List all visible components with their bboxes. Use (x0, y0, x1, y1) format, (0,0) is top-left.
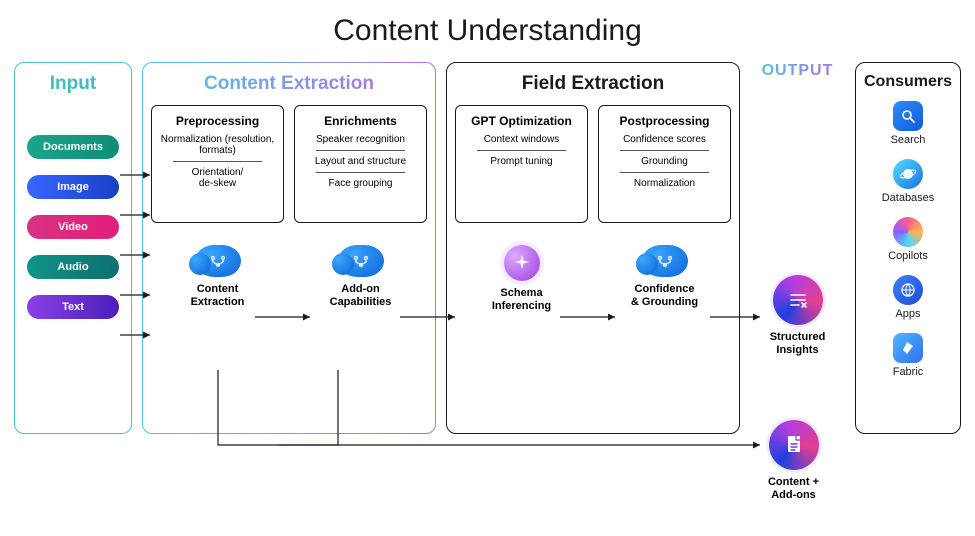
fabric-icon (893, 333, 923, 363)
node-schema-inferencing-label: Schema Inferencing (455, 287, 588, 313)
gpt-optimization-box: GPT Optimization Context windows Prompt … (455, 105, 588, 223)
node-content-extraction-label: Content Extraction (151, 283, 284, 309)
input-title: Input (23, 73, 123, 95)
post-line-1: Grounding (607, 156, 722, 167)
consumer-databases-label: Databases (882, 192, 935, 204)
consumer-apps: Apps (893, 275, 923, 320)
search-icon (893, 101, 923, 131)
content-extraction-title: Content Extraction (151, 73, 427, 95)
postprocessing-title: Postprocessing (607, 114, 722, 128)
consumers-title: Consumers (864, 73, 952, 91)
insights-icon (773, 275, 823, 325)
node-confidence-grounding-label: Confidence & Grounding (598, 283, 731, 309)
field-extraction-title: Field Extraction (455, 73, 731, 95)
input-pill-documents: Documents (27, 135, 119, 159)
post-line-0: Confidence scores (607, 134, 722, 145)
preprocessing-line-0: Normalization (resolution, formats) (160, 134, 275, 156)
output-structured-label: Structured Insights (750, 331, 845, 357)
enrichments-title: Enrichments (303, 114, 418, 128)
preprocessing-box: Preprocessing Normalization (resolution,… (151, 105, 284, 223)
consumers-panel: Consumers Search Databases Copilots (855, 62, 961, 434)
node-content-extraction: Content Extraction (151, 245, 284, 309)
output-content-addons-label: Content + Add-ons (746, 476, 841, 502)
gpt-line-0: Context windows (464, 134, 579, 145)
postprocessing-box: Postprocessing Confidence scores Groundi… (598, 105, 731, 223)
gpt-line-1: Prompt tuning (464, 156, 579, 167)
output-column: OUTPUT Structured Insights (750, 62, 845, 434)
consumer-databases: Databases (882, 159, 935, 204)
cloud-icon (642, 245, 688, 277)
input-panel: Input Documents Image Video Audio Text (14, 62, 132, 434)
cloud-icon (338, 245, 384, 277)
output-content-addons: Content + Add-ons (746, 420, 841, 502)
enrichments-box: Enrichments Speaker recognition Layout a… (294, 105, 427, 223)
copilot-icon (893, 217, 923, 247)
field-extraction-panel: Field Extraction GPT Optimization Contex… (446, 62, 740, 434)
document-icon (769, 420, 819, 470)
input-pill-image: Image (27, 175, 119, 199)
consumer-search: Search (891, 101, 926, 146)
input-pill-text: Text (27, 295, 119, 319)
preprocessing-title: Preprocessing (160, 114, 275, 128)
node-addon-capabilities-label: Add-on Capabilities (294, 283, 427, 309)
content-extraction-panel: Content Extraction Preprocessing Normali… (142, 62, 436, 434)
consumer-apps-label: Apps (895, 308, 920, 320)
input-pill-video: Video (27, 215, 119, 239)
sparkle-icon (504, 245, 540, 281)
enrichments-line-2: Face grouping (303, 178, 418, 189)
node-confidence-grounding: Confidence & Grounding (598, 245, 731, 309)
page-title: Content Understanding (0, 0, 975, 62)
node-addon-capabilities: Add-on Capabilities (294, 245, 427, 309)
consumer-copilots-label: Copilots (888, 250, 928, 262)
post-line-2: Normalization (607, 178, 722, 189)
cloud-icon (195, 245, 241, 277)
enrichments-line-0: Speaker recognition (303, 134, 418, 145)
preprocessing-line-1: Orientation/ de-skew (160, 167, 275, 189)
consumer-fabric-label: Fabric (893, 366, 924, 378)
globe-icon (893, 275, 923, 305)
node-schema-inferencing: Schema Inferencing (455, 245, 588, 313)
enrichments-line-1: Layout and structure (303, 156, 418, 167)
output-structured-insights: Structured Insights (750, 275, 845, 357)
consumer-search-label: Search (891, 134, 926, 146)
input-pill-audio: Audio (27, 255, 119, 279)
consumer-copilots: Copilots (888, 217, 928, 262)
planet-icon (893, 159, 923, 189)
consumer-fabric: Fabric (893, 333, 924, 378)
output-title: OUTPUT (750, 62, 845, 80)
gpt-optimization-title: GPT Optimization (464, 114, 579, 128)
